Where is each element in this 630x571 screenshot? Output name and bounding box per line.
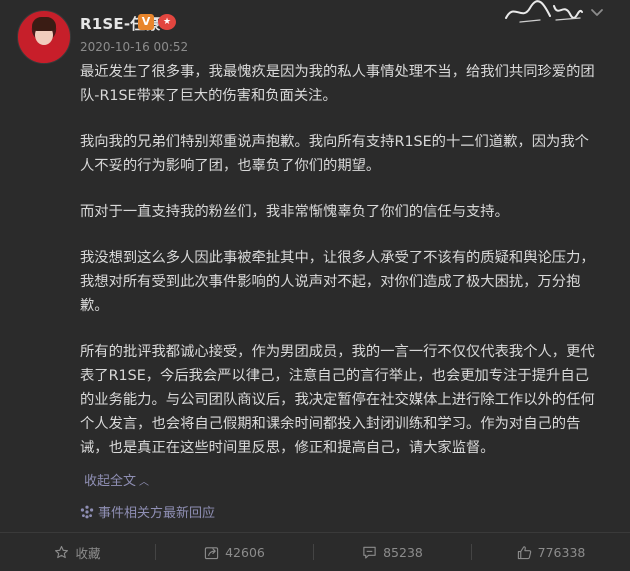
chevron-down-icon[interactable] [589,6,605,20]
action-bar: 收藏 42606 85238 776338 [0,532,630,571]
related-event-label: 事件相关方最新回应 [98,506,216,521]
post-paragraph: 所有的批评我都诚心接受，作为男团成员，我的一言一行不仅仅代表我个人，更代表了R1… [80,344,595,456]
vip-member-icon: ★ [158,14,176,30]
comment-icon [363,546,376,558]
comment-count: 85238 [383,544,423,560]
user-avatar[interactable] [17,10,71,64]
share-button[interactable]: 42606 [156,533,313,571]
chevron-up-icon: ︿ [139,477,150,488]
share-count: 42606 [225,544,265,560]
sparkle-icon [80,505,94,518]
weibo-post-card: R1SE-任豪 V ★ 2020-10-16 00:52 最近发生了很多事，我最… [0,0,630,570]
like-count: 776338 [537,544,586,560]
collapse-label: 收起全文 [84,474,137,489]
handwritten-signature-decoration-icon [505,0,583,23]
favorite-button[interactable]: 收藏 [0,533,155,571]
verified-v-icon: V [138,14,154,30]
share-icon [204,546,219,559]
star-icon [55,545,69,558]
post-paragraph: 而对于一直支持我的粉丝们，我非常惭愧辜负了你们的信任与支持。 [80,204,509,220]
post-paragraph: 我向我的兄弟们特别郑重说声抱歉。我向所有支持R1SE的十二们道歉，因为我个人不妥… [80,134,589,174]
comment-button[interactable]: 85238 [314,533,471,571]
post-body: 最近发生了很多事，我最愧疚是因为我的私人事情处理不当，给我们共同珍爱的团队-R1… [80,60,602,482]
like-button[interactable]: 776338 [472,533,630,571]
collapse-text-button[interactable]: 收起全文 ︿ [84,470,149,489]
related-event-link[interactable]: 事件相关方最新回应 [80,502,215,521]
post-timestamp[interactable]: 2020-10-16 00:52 [80,40,188,54]
post-paragraph: 我没想到这么多人因此事被牵扯其中，让很多人承受了不该有的质疑和舆论压力，我想对所… [80,250,595,314]
favorite-label: 收藏 [75,545,101,561]
thumbs-up-icon [517,545,531,559]
post-paragraph: 最近发生了很多事，我最愧疚是因为我的私人事情处理不当，给我们共同珍爱的团队-R1… [80,64,595,104]
